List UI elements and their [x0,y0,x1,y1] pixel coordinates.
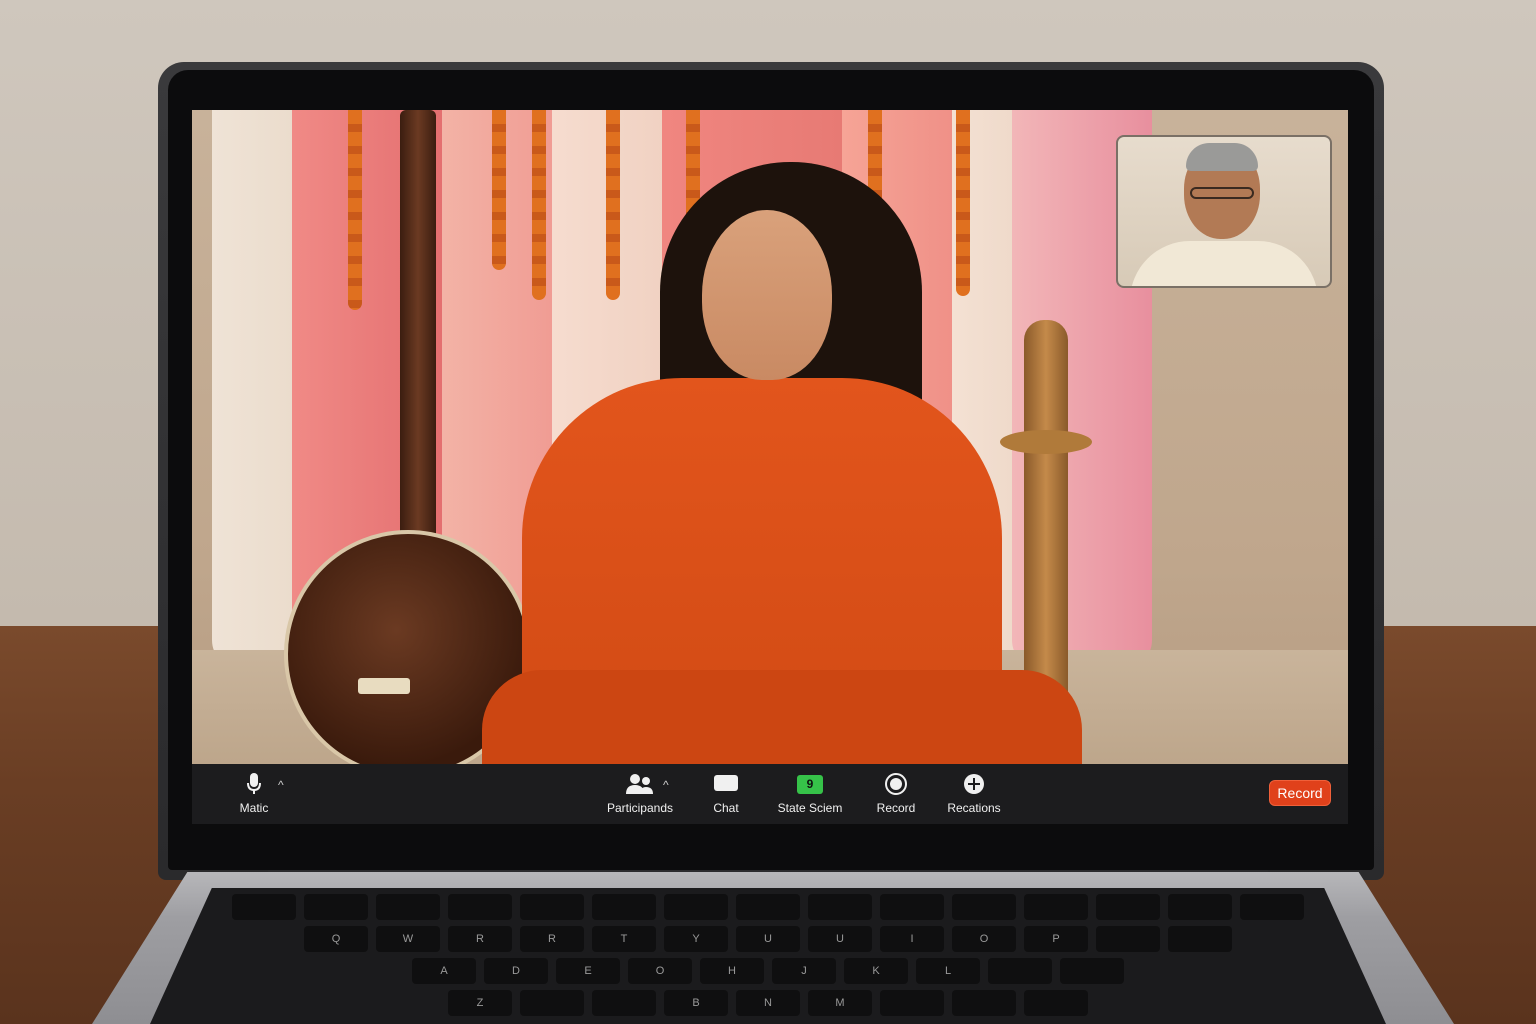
keyboard-key[interactable]: R [448,926,512,952]
reactions-icon [964,774,984,794]
brass-lamp-top [1000,430,1092,454]
keyboard-key[interactable]: K [844,958,908,984]
reactions-label: Recations [947,801,1001,815]
keyboard-key[interactable] [520,894,584,920]
mute-button[interactable]: Matic [234,764,274,824]
keyboard-key[interactable]: W [376,926,440,952]
keyboard-key[interactable] [448,894,512,920]
keyboard-key[interactable] [520,990,584,1016]
mute-label: Matic [239,801,269,815]
keyboard-key[interactable] [664,894,728,920]
reactions-button[interactable]: Recations [942,764,1006,824]
microphone-icon [247,773,261,794]
keyboard-key[interactable]: A [412,958,476,984]
share-screen-label: State Sciem [777,801,843,815]
keyboard-key[interactable]: Z [448,990,512,1016]
record-button[interactable]: Record [1269,780,1331,806]
marigold-garland [956,110,970,296]
keyboard-key[interactable] [736,894,800,920]
keyboard-key[interactable]: H [700,958,764,984]
keyboard-key[interactable]: N [736,990,800,1016]
self-view-thumbnail[interactable] [1116,135,1332,288]
teacher-glasses [1190,187,1254,199]
keyboard-key[interactable] [880,894,944,920]
keyboard-key[interactable] [952,990,1016,1016]
video-call-window: Matic ^ Participands ^ Chat 9 State Scie… [192,110,1348,824]
chat-icon [714,775,738,791]
record-toolbar-button[interactable]: Record [868,764,924,824]
keyboard-key[interactable] [1096,926,1160,952]
keyboard-key[interactable]: R [520,926,584,952]
keyboard-key[interactable] [232,894,296,920]
keyboard-key[interactable] [1060,958,1124,984]
keyboard-key[interactable]: O [952,926,1016,952]
keyboard-key[interactable]: Y [664,926,728,952]
chat-button[interactable]: Chat [702,764,750,824]
record-icon [885,773,907,795]
participants-button[interactable]: Participands [600,764,680,824]
keyboard-key[interactable] [592,990,656,1016]
main-video-feed [192,110,1348,764]
marigold-garland [532,110,546,300]
keyboard-key[interactable] [808,894,872,920]
keyboard-key[interactable] [880,990,944,1016]
keyboard-key[interactable]: U [736,926,800,952]
keyboard-key[interactable] [1168,926,1232,952]
keyboard-key[interactable]: D [484,958,548,984]
marigold-garland [348,110,362,310]
keyboard-key[interactable]: B [664,990,728,1016]
keyboard-key[interactable]: J [772,958,836,984]
keyboard-key[interactable]: T [592,926,656,952]
tanpura-bridge [358,678,410,694]
participants-label: Participands [606,801,674,815]
keyboard-key[interactable] [376,894,440,920]
keyboard-key[interactable] [952,894,1016,920]
singer-lap [482,670,1082,764]
record-toolbar-label: Record [876,801,916,815]
participants-icon [626,774,653,794]
chevron-up-icon[interactable]: ^ [663,778,669,792]
keyboard-key[interactable]: Q [304,926,368,952]
keyboard-key[interactable] [988,958,1052,984]
keyboard-key[interactable]: P [1024,926,1088,952]
keyboard-key[interactable] [304,894,368,920]
keyboard-key[interactable] [1096,894,1160,920]
keyboard-key[interactable]: L [916,958,980,984]
chevron-up-icon[interactable]: ^ [278,778,284,792]
keyboard-key[interactable]: I [880,926,944,952]
teacher-hair [1186,143,1258,171]
keyboard: QWRRTYUUIOP ADEOHJKL ZBNM [150,888,1386,1024]
keyboard-key[interactable] [1168,894,1232,920]
marigold-garland [492,110,506,270]
share-screen-icon: 9 [797,774,823,794]
keyboard-key[interactable] [1240,894,1304,920]
keyboard-key[interactable]: M [808,990,872,1016]
keyboard-key[interactable] [1024,990,1088,1016]
marigold-garland [606,110,620,300]
keyboard-key[interactable]: U [808,926,872,952]
chat-label: Chat [713,801,739,815]
tanpura-neck [400,110,436,550]
singer-face [702,210,832,380]
meeting-control-bar: Matic ^ Participands ^ Chat 9 State Scie… [192,764,1348,824]
keyboard-key[interactable] [1024,894,1088,920]
keyboard-key[interactable]: E [556,958,620,984]
share-screen-button[interactable]: 9 State Sciem [772,764,848,824]
keyboard-key[interactable] [592,894,656,920]
teacher-shirt [1130,241,1318,286]
keyboard-key[interactable]: O [628,958,692,984]
